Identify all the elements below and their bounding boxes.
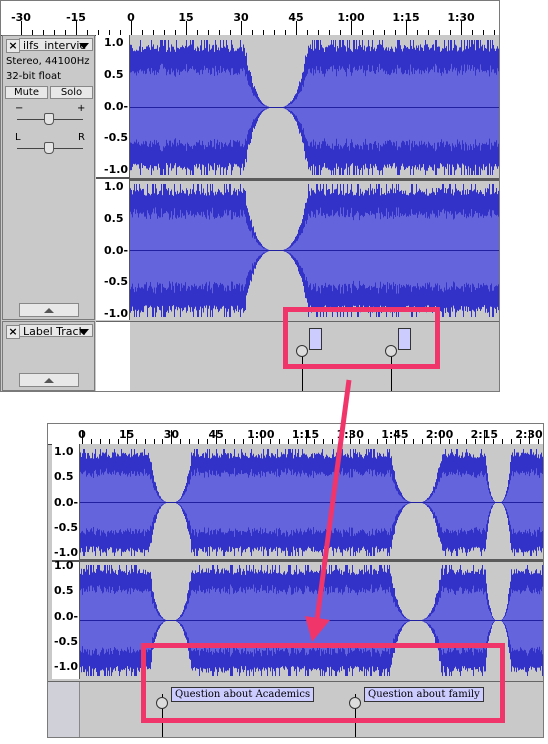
pointer-arrow bbox=[305, 379, 352, 642]
